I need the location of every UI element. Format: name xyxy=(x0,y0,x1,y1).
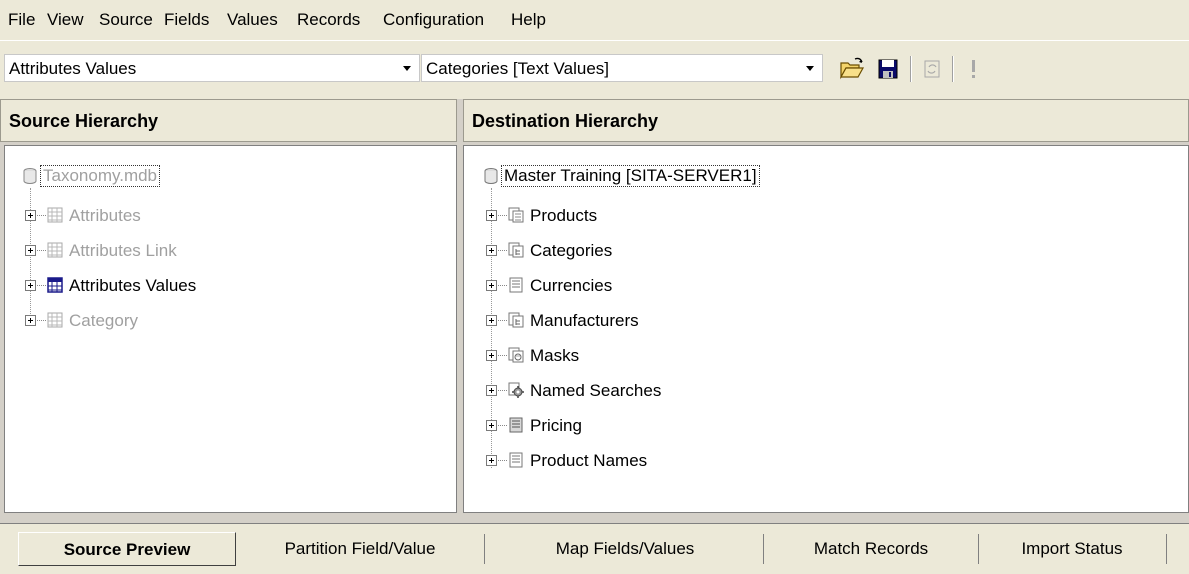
flat-table-icon xyxy=(509,417,523,433)
chevron-down-icon[interactable] xyxy=(806,66,814,71)
tab-divider xyxy=(763,534,764,564)
table-icon xyxy=(47,242,63,258)
execute-icon[interactable] xyxy=(960,55,988,83)
destination-tree: Master Training [SITA-SERVER1] Products … xyxy=(463,145,1189,513)
expand-icon[interactable] xyxy=(25,280,36,291)
tab-divider xyxy=(484,534,485,564)
save-icon[interactable] xyxy=(874,55,902,83)
toolbar-separator xyxy=(910,56,912,82)
tab-bar: Source Preview Partition Field/Value Map… xyxy=(0,523,1189,574)
expand-icon[interactable] xyxy=(486,350,497,361)
node-label: Manufacturers xyxy=(530,311,639,330)
expand-icon[interactable] xyxy=(25,245,36,256)
masks-table-icon xyxy=(508,347,524,363)
expand-icon[interactable] xyxy=(486,315,497,326)
source-root-label: Taxonomy.mdb xyxy=(40,165,161,187)
menu-values[interactable]: Values xyxy=(227,10,278,30)
database-icon xyxy=(23,168,37,184)
destination-pane-header: Destination Hierarchy xyxy=(463,99,1189,142)
menu-file[interactable]: File xyxy=(8,10,35,30)
toolbar-separator xyxy=(952,56,954,82)
destination-table-value: Categories [Text Values] xyxy=(426,59,609,78)
table-icon xyxy=(47,312,63,328)
menu-view[interactable]: View xyxy=(47,10,84,30)
hierarchy-table-icon xyxy=(508,242,524,258)
node-label: Currencies xyxy=(530,276,613,295)
destination-table-select[interactable]: Categories [Text Values] xyxy=(421,54,823,82)
menu-source[interactable]: Source xyxy=(99,10,153,30)
tab-partition-field-value[interactable]: Partition Field/Value xyxy=(240,532,480,566)
destination-hierarchy-title: Destination Hierarchy xyxy=(472,111,659,131)
node-label: Pricing xyxy=(530,416,582,435)
tab-import-status[interactable]: Import Status xyxy=(982,532,1162,566)
node-label: Product Names xyxy=(530,451,648,470)
node-label: Named Searches xyxy=(530,381,662,400)
node-label: Products xyxy=(530,206,598,225)
toolbar: Attributes Values Categories [Text Value… xyxy=(0,40,1189,99)
menu-bar: File View Source Fields Values Records C… xyxy=(0,0,1189,40)
open-folder-icon[interactable] xyxy=(838,55,866,83)
source-pane-header: Source Hierarchy xyxy=(0,99,457,142)
database-icon xyxy=(484,168,498,184)
source-hierarchy-title: Source Hierarchy xyxy=(9,111,159,131)
expand-icon[interactable] xyxy=(486,420,497,431)
refresh-icon[interactable] xyxy=(918,55,946,83)
flat-table-icon xyxy=(509,277,523,293)
source-tree: Taxonomy.mdb Attributes Attributes Link … xyxy=(4,145,457,513)
node-label: Masks xyxy=(530,346,580,365)
table-icon xyxy=(47,207,63,223)
table-icon xyxy=(47,277,63,293)
node-label: Category xyxy=(69,311,138,330)
expand-icon[interactable] xyxy=(486,210,497,221)
hierarchy-table-icon xyxy=(508,312,524,328)
tab-map-fields-values[interactable]: Map Fields/Values xyxy=(490,532,760,566)
node-label: Attributes xyxy=(69,206,141,225)
destination-root-node[interactable]: Master Training [SITA-SERVER1] xyxy=(484,164,760,188)
destination-root-label: Master Training [SITA-SERVER1] xyxy=(501,165,760,187)
flat-table-icon xyxy=(509,452,523,468)
node-label: Attributes Link xyxy=(69,241,177,260)
source-table-value: Attributes Values xyxy=(9,59,137,78)
expand-icon[interactable] xyxy=(486,455,497,466)
menu-help[interactable]: Help xyxy=(511,10,546,30)
expand-icon[interactable] xyxy=(486,245,497,256)
tab-divider xyxy=(978,534,979,564)
expand-icon[interactable] xyxy=(486,280,497,291)
expand-icon[interactable] xyxy=(486,385,497,396)
menu-configuration[interactable]: Configuration xyxy=(383,10,484,30)
source-table-select[interactable]: Attributes Values xyxy=(4,54,420,82)
main-table-icon xyxy=(508,207,524,223)
tab-match-records[interactable]: Match Records xyxy=(768,532,974,566)
expand-icon[interactable] xyxy=(25,210,36,221)
source-root-node[interactable]: Taxonomy.mdb xyxy=(23,164,161,188)
expand-icon[interactable] xyxy=(25,315,36,326)
menu-records[interactable]: Records xyxy=(297,10,360,30)
node-label: Attributes Values xyxy=(69,276,197,295)
tab-divider xyxy=(1166,534,1167,564)
chevron-down-icon[interactable] xyxy=(403,66,411,71)
tab-source-preview[interactable]: Source Preview xyxy=(18,532,236,566)
node-label: Categories xyxy=(530,241,613,260)
named-searches-icon xyxy=(508,382,524,398)
menu-fields[interactable]: Fields xyxy=(164,10,209,30)
tree-connector xyxy=(30,188,31,324)
